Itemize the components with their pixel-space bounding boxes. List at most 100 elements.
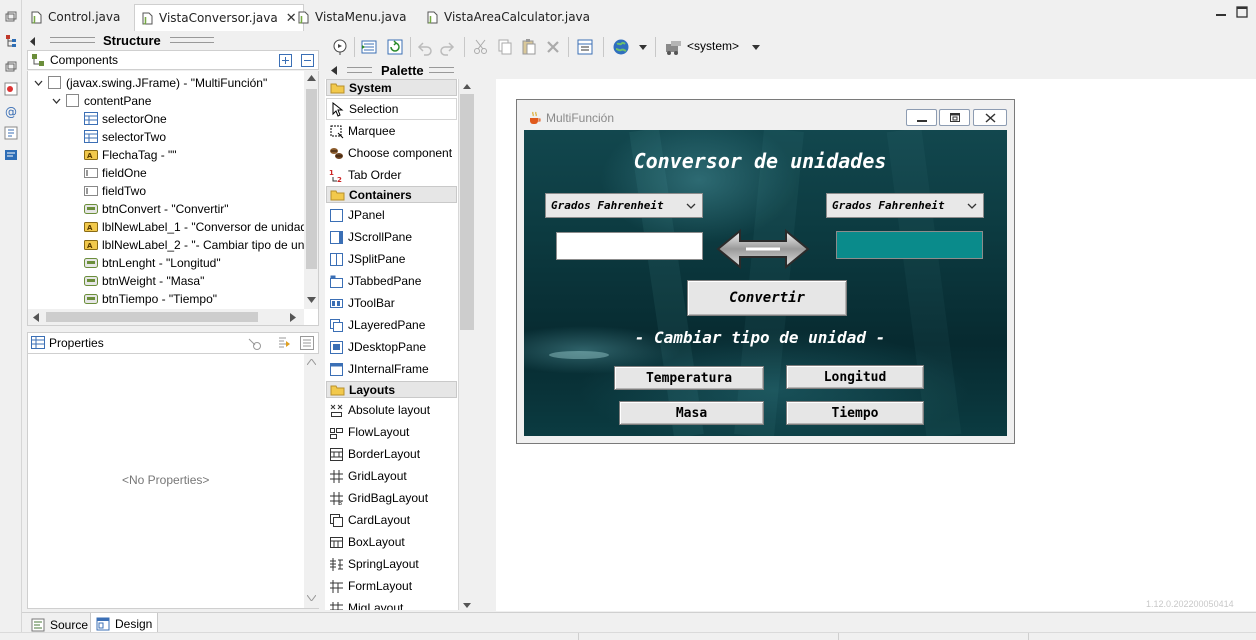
tab-order-tool-icon[interactable] xyxy=(576,38,594,56)
close-icon[interactable]: ✕ xyxy=(286,11,297,26)
field-one-textfield[interactable] xyxy=(556,232,703,260)
convertir-button[interactable]: Convertir xyxy=(687,280,847,316)
tree-node[interactable]: selectorOne xyxy=(84,110,167,127)
delete-icon[interactable] xyxy=(544,38,562,56)
properties-vscrollbar[interactable] xyxy=(304,354,319,608)
palette-item-tab-order[interactable]: 12 Tab Order xyxy=(326,164,457,186)
selector-two-combobox[interactable]: Grados Fahrenheit xyxy=(826,193,984,218)
redo-icon[interactable] xyxy=(438,38,456,56)
palette-item-formlayout[interactable]: FormLayout xyxy=(326,575,457,597)
palette-item-choose-component[interactable]: Choose component xyxy=(326,142,457,164)
scroll-up-icon[interactable] xyxy=(307,359,316,365)
palette-item-jtoolbar[interactable]: JToolBar xyxy=(326,292,457,314)
jframe-maximize-button[interactable] xyxy=(939,109,970,126)
palette-item-jinternalframe[interactable]: JInternalFrame xyxy=(326,358,457,380)
undo-icon[interactable] xyxy=(416,38,434,56)
console-icon[interactable] xyxy=(4,148,18,162)
hierarchy-icon[interactable] xyxy=(4,34,18,48)
palette-item-jscrollpane[interactable]: JScrollPane xyxy=(326,226,457,248)
tree-node[interactable]: selectorTwo xyxy=(84,128,166,145)
scroll-right-icon[interactable] xyxy=(290,313,296,322)
palette-item-jtabbedpane[interactable]: JTabbedPane xyxy=(326,270,457,292)
palette-item-selection[interactable]: Selection xyxy=(326,98,457,120)
palette-item-jpanel[interactable]: JPanel xyxy=(326,204,457,226)
tree-vscrollbar[interactable] xyxy=(304,71,318,309)
tab-vistaconversor-java[interactable]: J VistaConversor.java ✕ xyxy=(134,4,304,31)
tree-node[interactable]: fieldOne xyxy=(84,164,147,181)
palette-item-springlayout[interactable]: SpringLayout xyxy=(326,553,457,575)
scroll-up-icon[interactable] xyxy=(463,84,471,89)
palette-scroll-thumb[interactable] xyxy=(460,94,474,330)
paste-icon[interactable] xyxy=(520,38,538,56)
tree-node[interactable]: fieldTwo xyxy=(84,182,146,199)
masa-button[interactable]: Masa xyxy=(619,401,764,425)
test-preview-icon[interactable] xyxy=(331,38,349,56)
scroll-up-icon[interactable] xyxy=(307,75,316,81)
palette-item-gridlayout[interactable]: GridLayout xyxy=(326,465,457,487)
refresh-icon[interactable] xyxy=(386,38,404,56)
restore-icon-2[interactable] xyxy=(4,60,18,74)
tree-node[interactable]: btnTiempo - "Tiempo" xyxy=(84,290,217,307)
convert-to-local-icon[interactable] xyxy=(360,38,378,56)
tree-node[interactable]: AlblNewLabel_1 - "Conversor de unidad xyxy=(84,218,307,235)
tiempo-button[interactable]: Tiempo xyxy=(786,401,924,425)
declaration-icon[interactable] xyxy=(4,126,18,140)
palette-item-flowlayout[interactable]: FlowLayout xyxy=(326,421,457,443)
tree-node[interactable]: btnLenght - "Longitud" xyxy=(84,254,221,271)
palette-category-system[interactable]: System xyxy=(326,79,457,96)
collapse-all-icon[interactable] xyxy=(301,54,314,67)
field-two-textfield[interactable] xyxy=(836,231,983,259)
tree-node[interactable]: A FlechaTag - "" xyxy=(84,146,177,163)
tree-node[interactable]: contentPane xyxy=(66,92,151,109)
palette-category-containers[interactable]: Containers xyxy=(326,186,457,203)
tree-expand-chevron-icon[interactable] xyxy=(34,80,43,86)
palette-vscrollbar[interactable] xyxy=(459,79,475,610)
longitud-button[interactable]: Longitud xyxy=(786,365,924,389)
palette-item-jsplitpane[interactable]: JSplitPane xyxy=(326,248,457,270)
palette-item-jdesktoppane[interactable]: JDesktopPane xyxy=(326,336,457,358)
tree-hscrollbar[interactable] xyxy=(28,309,304,325)
show-events-icon[interactable] xyxy=(247,336,262,350)
expand-all-icon[interactable] xyxy=(279,54,292,67)
tree-node[interactable]: btnConvert - "Convertir" xyxy=(84,200,229,217)
palette-item-marquee[interactable]: Marquee xyxy=(326,120,457,142)
palette-item-borderlayout[interactable]: BorderLayout xyxy=(326,443,457,465)
goto-definition-icon[interactable] xyxy=(277,336,292,350)
restore-icon[interactable] xyxy=(4,10,18,24)
scroll-down-icon[interactable] xyxy=(307,595,316,601)
collapse-palette-icon[interactable] xyxy=(331,66,338,75)
tab-control-java[interactable]: J Control.java xyxy=(30,5,120,29)
system-lookandfeel-label[interactable]: <system> xyxy=(687,39,739,53)
hscroll-thumb[interactable] xyxy=(46,312,258,322)
tree-node[interactable]: btnWeight - "Masa" xyxy=(84,272,204,289)
palette-item-miglayout[interactable]: MigLayout xyxy=(326,597,457,610)
properties-menu-icon[interactable] xyxy=(300,336,314,350)
tree-node[interactable]: (javax.swing.JFrame) - "MultiFunción" xyxy=(48,74,267,91)
jframe-minimize-button[interactable] xyxy=(906,109,937,126)
maximize-icon[interactable] xyxy=(1236,6,1248,18)
tree-expand-chevron-icon[interactable] xyxy=(52,98,61,104)
scroll-down-icon[interactable] xyxy=(307,297,316,303)
collapse-left-icon[interactable] xyxy=(29,37,37,46)
tab-vistamenu-java[interactable]: J VistaMenu.java xyxy=(297,5,407,29)
tree-node[interactable]: AlblNewLabel_2 - "- Cambiar tipo de un xyxy=(84,236,304,253)
tab-vistaareacalculator-java[interactable]: J VistaAreaCalculator.java xyxy=(426,5,590,29)
vscroll-thumb[interactable] xyxy=(306,89,317,269)
globe-icon[interactable] xyxy=(612,38,630,56)
javadoc-icon[interactable]: @ xyxy=(4,104,18,118)
look-and-feel-icon[interactable] xyxy=(665,38,683,56)
palette-item-jlayeredpane[interactable]: JLayeredPane xyxy=(326,314,457,336)
palette-item-cardlayout[interactable]: CardLayout xyxy=(326,509,457,531)
system-dropdown-arrow-icon[interactable] xyxy=(752,45,760,50)
selector-one-combobox[interactable]: Grados Fahrenheit xyxy=(545,193,703,218)
copy-icon[interactable] xyxy=(496,38,514,56)
palette-item-gridbaglayout[interactable]: B GridBagLayout xyxy=(326,487,457,509)
jframe-close-button[interactable] xyxy=(973,109,1007,126)
palette-item-absolute-layout[interactable]: Absolute layout xyxy=(326,399,457,421)
palette-category-layouts[interactable]: Layouts xyxy=(326,381,457,398)
globe-dropdown-arrow-icon[interactable] xyxy=(639,45,647,50)
palette-item-boxlayout[interactable]: BoxLayout xyxy=(326,531,457,553)
problems-icon[interactable] xyxy=(4,82,18,96)
cut-icon[interactable] xyxy=(472,38,490,56)
scroll-left-icon[interactable] xyxy=(33,313,39,322)
